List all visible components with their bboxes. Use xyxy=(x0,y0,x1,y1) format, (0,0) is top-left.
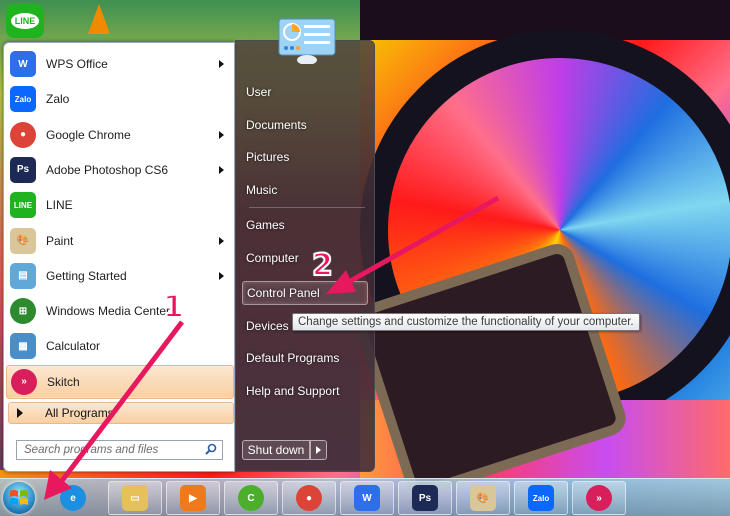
desktop-vlc-cone-icon[interactable] xyxy=(88,4,110,34)
start-menu-item-windows-media-center[interactable]: ⊞ Windows Media Center xyxy=(6,294,234,328)
coccoc-browser-icon: C xyxy=(238,485,264,511)
start-menu-item-google-chrome[interactable]: ● Google Chrome xyxy=(6,118,234,152)
skitch-icon: » xyxy=(586,485,612,511)
media-player-icon: ▶ xyxy=(180,485,206,511)
submenu-arrow-icon[interactable] xyxy=(219,165,224,174)
start-menu-link-documents[interactable]: Documents xyxy=(242,113,368,137)
taskbar-adobe-photoshop[interactable]: Ps xyxy=(398,481,452,515)
start-menu-item-label: Google Chrome xyxy=(46,127,131,142)
divider xyxy=(12,397,230,398)
photoshop-icon: Ps xyxy=(412,485,438,511)
start-menu-item-label: Calculator xyxy=(46,339,101,354)
start-menu-item-calculator[interactable]: ▦ Calculator xyxy=(6,329,234,363)
taskbar-windows-explorer[interactable]: ▭ xyxy=(108,481,162,515)
search-icon[interactable] xyxy=(205,443,217,455)
desktop-line-icon[interactable]: LINE xyxy=(6,4,44,38)
start-menu-link-games[interactable]: Games xyxy=(242,213,368,237)
annotation-step-1: 1 xyxy=(162,289,185,326)
start-menu-item-line[interactable]: LINE LINE xyxy=(6,188,234,222)
paint-palette-icon: 🎨 xyxy=(10,227,36,254)
all-programs-label: All Programs xyxy=(45,406,114,420)
chrome-icon: ● xyxy=(296,485,322,511)
wps-office-icon: W xyxy=(354,485,380,511)
calculator-icon: ▦ xyxy=(10,333,36,360)
internet-explorer-icon: e xyxy=(60,485,86,511)
triangle-right-icon xyxy=(17,408,23,418)
taskbar-skitch[interactable]: » xyxy=(572,481,626,515)
windows-logo-icon xyxy=(10,490,28,505)
start-menu-item-adobe-photoshop-cs6[interactable]: Ps Adobe Photoshop CS6 xyxy=(6,153,234,187)
zalo-icon: Zalo xyxy=(10,86,36,113)
start-menu-link-user[interactable]: User xyxy=(242,80,368,104)
start-menu-link-pictures[interactable]: Pictures xyxy=(242,145,368,169)
submenu-arrow-icon[interactable] xyxy=(219,60,224,68)
shut-down-label: Shut down xyxy=(247,443,305,457)
taskbar-wps-office[interactable]: W xyxy=(340,481,394,515)
divider xyxy=(249,207,365,208)
shut-down-options-button[interactable] xyxy=(310,440,327,460)
control-panel-tooltip: Change settings and customize the functi… xyxy=(292,313,640,331)
taskbar-paint[interactable]: 🎨 xyxy=(456,481,510,515)
getting-started-icon: ▤ xyxy=(10,262,36,289)
start-menu-link-default-programs[interactable]: Default Programs xyxy=(242,346,368,370)
start-menu-item-label: Adobe Photoshop CS6 xyxy=(46,162,169,177)
start-menu-link-computer[interactable]: Computer xyxy=(242,246,368,270)
skitch-icon: » xyxy=(11,368,37,395)
shut-down-button[interactable]: Shut down xyxy=(242,440,310,460)
paint-palette-icon: 🎨 xyxy=(470,485,496,511)
submenu-arrow-icon[interactable] xyxy=(219,236,224,245)
triangle-right-icon xyxy=(316,446,321,454)
start-menu-item-label: WPS Office xyxy=(46,57,108,71)
start-menu-item-wps-office[interactable]: W WPS Office xyxy=(6,47,234,81)
start-menu-item-label: Windows Media Center xyxy=(46,304,171,319)
chrome-icon: ● xyxy=(10,121,36,148)
line-icon: LINE xyxy=(10,192,36,219)
photoshop-icon: Ps xyxy=(10,156,36,183)
start-menu-item-skitch[interactable]: » Skitch xyxy=(6,364,234,399)
search-programs-input[interactable]: Search programs and files xyxy=(16,440,223,460)
taskbar-coc-coc[interactable]: C xyxy=(224,481,278,515)
folder-icon: ▭ xyxy=(122,485,148,511)
start-menu-item-zalo[interactable]: Zalo Zalo xyxy=(6,82,234,116)
start-menu-link-music[interactable]: Music xyxy=(242,178,368,202)
all-programs-button[interactable]: All Programs xyxy=(8,402,234,424)
start-menu-programs-pane: W WPS Office Zalo Zalo ● Google Chrome Ps Adobe… xyxy=(3,42,235,472)
windows-media-center-icon: ⊞ xyxy=(10,298,36,325)
taskbar-zalo[interactable]: Zalo xyxy=(514,481,568,515)
start-menu-link-control-panel[interactable]: Control Panel xyxy=(242,281,368,305)
wps-office-icon: W xyxy=(10,51,36,77)
submenu-arrow-icon[interactable] xyxy=(219,130,224,139)
search-placeholder: Search programs and files xyxy=(24,444,159,456)
start-menu-item-label: Paint xyxy=(46,233,74,248)
annotation-step-2: 2 xyxy=(311,247,334,284)
taskbar-internet-explorer[interactable]: e xyxy=(48,481,98,515)
zalo-icon: Zalo xyxy=(528,485,554,511)
start-menu-item-label: Getting Started xyxy=(46,268,127,283)
start-menu-item-label: Zalo xyxy=(46,92,70,107)
taskbar-google-chrome[interactable]: ● xyxy=(282,481,336,515)
start-menu-item-getting-started[interactable]: ▤ Getting Started xyxy=(6,259,234,293)
start-menu-link-help-and-support[interactable]: Help and Support xyxy=(242,379,368,403)
taskbar-windows-media-player[interactable]: ▶ xyxy=(166,481,220,515)
taskbar: e ▭ ▶ C ● W Ps 🎨 Zalo » xyxy=(0,478,730,516)
control-panel-icon xyxy=(278,18,336,64)
start-menu-item-paint[interactable]: 🎨 Paint xyxy=(6,224,234,258)
start-button[interactable] xyxy=(3,482,35,514)
start-menu-item-label: Skitch xyxy=(47,374,80,389)
start-menu-item-label: LINE xyxy=(46,198,73,213)
submenu-arrow-icon[interactable] xyxy=(219,271,224,280)
